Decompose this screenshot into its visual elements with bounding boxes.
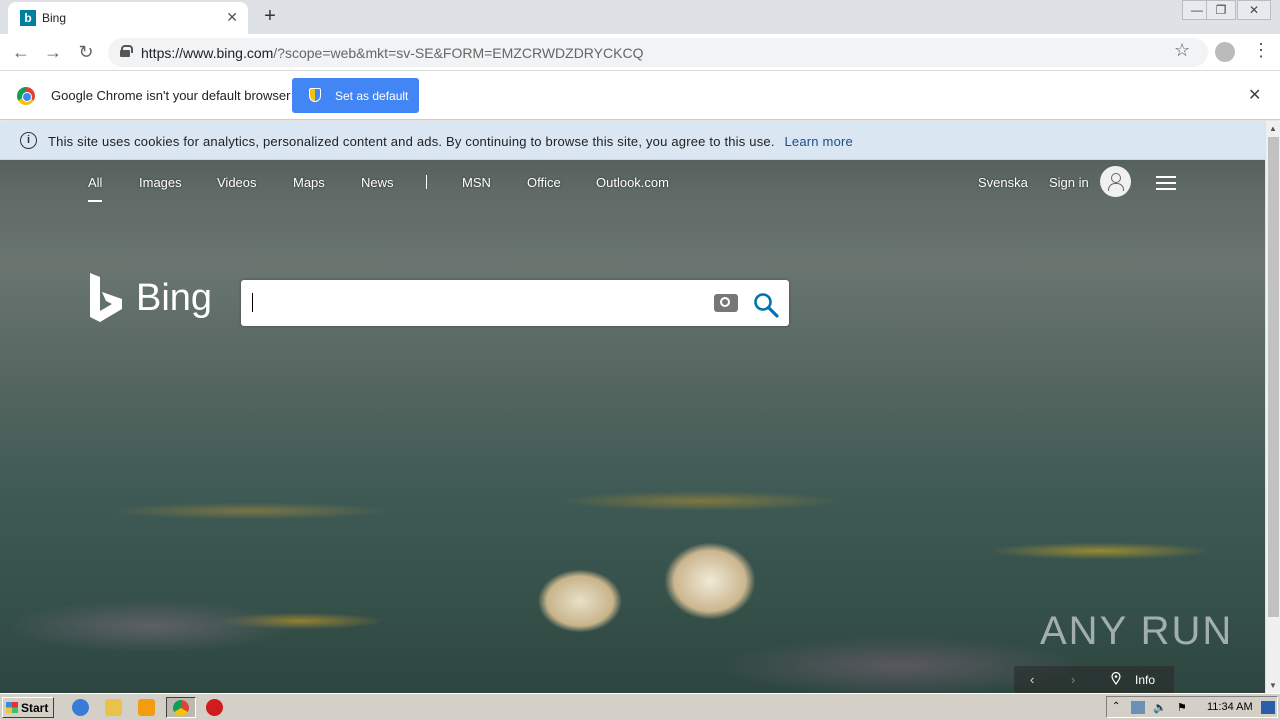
hamburger-menu-icon[interactable] <box>1156 176 1176 190</box>
windows-flag-icon <box>6 702 18 713</box>
nav-divider <box>426 175 427 189</box>
sign-in-link[interactable]: Sign in <box>1049 175 1089 190</box>
url-text: https://www.bing.com/?scope=web&mkt=sv-S… <box>141 45 644 61</box>
action-center-flag-icon[interactable]: ⚑ <box>1177 701 1191 714</box>
opera-icon[interactable] <box>206 699 223 716</box>
image-carousel-controls: ‹ › Info <box>1014 666 1174 693</box>
lock-icon <box>120 45 133 57</box>
default-browser-infobar: Google Chrome isn't your default browser… <box>0 71 1280 120</box>
scroll-thumb[interactable] <box>1268 137 1279 617</box>
file-explorer-icon[interactable] <box>105 699 122 716</box>
next-image-button[interactable]: › <box>1071 672 1075 687</box>
tab-bing[interactable]: b Bing ✕ <box>8 2 248 34</box>
bing-wordmark: Bing <box>136 277 213 319</box>
uac-shield-icon <box>309 88 321 102</box>
search-input[interactable] <box>249 288 699 318</box>
nav-outlook[interactable]: Outlook.com <box>596 175 669 190</box>
windows-taskbar: Start ⌃ 🔈 ⚑ 11:34 AM <box>0 693 1280 720</box>
nav-videos[interactable]: Videos <box>217 175 257 190</box>
restore-button[interactable]: ❐ <box>1206 0 1236 20</box>
set-as-default-button[interactable]: Set as default <box>292 78 419 113</box>
nav-all[interactable]: All <box>88 175 103 202</box>
bing-homepage: i This site uses cookies for analytics, … <box>0 121 1265 693</box>
learn-more-link[interactable]: Learn more <box>784 134 852 149</box>
image-info-button[interactable]: Info <box>1135 673 1155 687</box>
bing-favicon-icon: b <box>20 10 36 26</box>
user-avatar-icon[interactable] <box>1100 166 1131 197</box>
search-box[interactable] <box>241 280 789 326</box>
page-scrollbar[interactable]: ▲ ▼ <box>1265 121 1280 693</box>
chrome-logo-icon <box>17 87 35 105</box>
network-icon[interactable] <box>1131 701 1145 714</box>
scroll-up-icon[interactable]: ▲ <box>1269 124 1277 133</box>
clock[interactable]: 11:34 AM <box>1207 701 1253 713</box>
text-caret <box>252 293 253 312</box>
bing-top-nav: All Images Videos Maps News MSN Office O… <box>0 165 1265 205</box>
start-button[interactable]: Start <box>2 697 54 718</box>
profile-avatar-icon[interactable] <box>1215 42 1235 62</box>
infobar-close-icon[interactable]: ✕ <box>1248 85 1261 105</box>
scroll-down-icon[interactable]: ▼ <box>1269 681 1277 690</box>
camera-icon[interactable] <box>714 294 738 312</box>
tab-close-icon[interactable]: ✕ <box>226 9 238 26</box>
address-bar[interactable]: https://www.bing.com/?scope=web&mkt=sv-S… <box>108 38 1208 67</box>
new-tab-button[interactable]: + <box>258 4 282 28</box>
bing-logo[interactable]: Bing <box>88 273 218 325</box>
system-tray: ⌃ 🔈 ⚑ 11:34 AM <box>1106 696 1278 718</box>
cookie-message: This site uses cookies for analytics, pe… <box>48 134 775 149</box>
browser-toolbar: ← → ↻ https://www.bing.com/?scope=web&mk… <box>0 34 1280 71</box>
search-icon[interactable] <box>753 292 779 318</box>
tray-expand-icon[interactable]: ⌃ <box>1112 701 1126 714</box>
default-browser-message: Google Chrome isn't your default browser <box>51 88 291 103</box>
reload-button[interactable]: ↻ <box>74 40 98 64</box>
anyrun-watermark: ANY RUN <box>1040 609 1234 653</box>
language-link[interactable]: Svenska <box>978 175 1028 190</box>
nav-maps[interactable]: Maps <box>293 175 325 190</box>
previous-image-button[interactable]: ‹ <box>1030 672 1034 687</box>
media-player-icon[interactable] <box>138 699 155 716</box>
tab-title: Bing <box>42 11 67 25</box>
bookmark-star-icon[interactable]: ☆ <box>1174 40 1190 61</box>
cookie-notice: i This site uses cookies for analytics, … <box>0 121 1265 160</box>
nav-images[interactable]: Images <box>139 175 182 190</box>
chrome-icon <box>173 700 189 716</box>
tab-strip: b Bing ✕ + — ❐ ✕ <box>0 0 1280 34</box>
volume-icon[interactable]: 🔈 <box>1153 701 1167 714</box>
location-pin-icon <box>1111 672 1121 685</box>
nav-msn[interactable]: MSN <box>462 175 491 190</box>
close-window-button[interactable]: ✕ <box>1237 0 1271 20</box>
back-button[interactable]: ← <box>9 40 33 64</box>
show-desktop-icon[interactable] <box>1261 701 1275 714</box>
nav-office[interactable]: Office <box>527 175 561 190</box>
forward-button[interactable]: → <box>41 40 65 64</box>
chrome-menu-icon[interactable]: ⋮ <box>1252 40 1270 61</box>
bing-b-icon <box>90 273 122 322</box>
internet-explorer-icon[interactable] <box>72 699 89 716</box>
chrome-taskbar-button[interactable] <box>166 697 196 718</box>
info-icon: i <box>20 132 37 149</box>
nav-news[interactable]: News <box>361 175 394 190</box>
